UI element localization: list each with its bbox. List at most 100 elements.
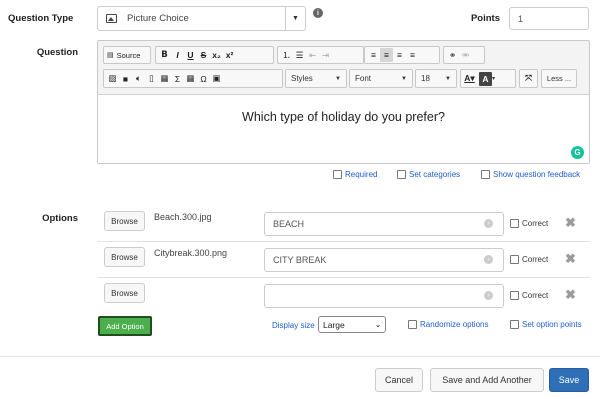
option-file-name: Citybreak.300.png [154,248,228,258]
question-type-label: Question Type [8,13,74,24]
special-char-icon[interactable]: Ω [197,72,210,86]
font-dropdown[interactable]: Font ▼ [349,69,413,88]
show-feedback-checkbox[interactable] [481,170,490,179]
align-toolbar-group: ≡ ≡ ≡ ≡ [364,46,440,64]
browse-button[interactable]: Browse [104,247,145,267]
correct-checkbox-row[interactable]: Correct [510,219,548,228]
table-icon[interactable]: ▦ [158,72,171,86]
cancel-button[interactable]: Cancel [375,368,423,392]
browse-button[interactable]: Browse [104,211,145,231]
superscript-icon[interactable]: x² [223,48,236,62]
underline-icon[interactable]: U [184,48,197,62]
display-size-select[interactable]: Large ⌄ [318,316,386,333]
randomize-row[interactable]: Randomize options [408,320,488,329]
picture-icon [106,14,117,23]
video-icon[interactable]: ■ [119,72,132,86]
clear-icon[interactable]: › [484,255,493,264]
source-icon: ▤ [107,52,114,59]
set-option-points-row[interactable]: Set option points [510,320,582,329]
grid-icon[interactable]: ▦ [184,72,197,86]
correct-checkbox-row[interactable]: Correct [510,255,548,264]
correct-checkbox[interactable] [510,219,519,228]
italic-icon[interactable]: I [171,48,184,62]
numbered-list-icon[interactable]: ⒈ [280,48,293,62]
delete-option-icon[interactable]: ✖ [565,215,576,231]
option-text-input[interactable]: CITY BREAK [264,248,504,272]
align-right-icon[interactable]: ≡ [393,48,406,62]
dropdown-caret-icon: ▼ [285,7,305,30]
insert-toolbar-group: ▨ ■ 🔈︎ ▯ ▦ Σ ▦ Ω ▣ [103,69,283,88]
browse-button[interactable]: Browse [104,283,145,303]
clear-icon[interactable]: › [484,219,493,228]
add-option-button[interactable]: Add Option [98,316,152,336]
subscript-icon[interactable]: x₂ [210,48,223,62]
save-button[interactable]: Save [549,368,589,392]
required-checkbox[interactable] [333,170,342,179]
chevron-down-icon: ⌄ [375,321,381,329]
question-text: Which type of holiday do you prefer? [242,110,445,124]
display-size-label: Display size [272,321,315,330]
option-text-input[interactable]: BEACH [264,212,504,236]
question-type-select[interactable]: Picture Choice ▼ [97,6,306,31]
question-type-value: Picture Choice [127,13,189,24]
options-label: Options [42,213,78,224]
correct-checkbox-row[interactable]: Correct [510,291,548,300]
points-input[interactable]: 1 [509,7,589,30]
list-toolbar-group: ⒈ ☰ ⇤ ⇥ [277,46,364,64]
footer-divider [0,356,600,357]
maximize-group: ⤧ [519,69,538,88]
unlink-icon[interactable]: ⚮ [459,48,472,62]
styles-dropdown[interactable]: Styles ▼ [285,69,347,88]
question-content-area[interactable]: Which type of holiday do you prefer? G [98,94,589,163]
correct-checkbox[interactable] [510,255,519,264]
grammarly-icon[interactable]: G [571,146,584,159]
link-icon[interactable]: ⚭ [446,48,459,62]
set-categories-checkbox[interactable] [397,170,406,179]
points-label: Points [470,13,500,24]
save-and-add-another-button[interactable]: Save and Add Another [430,368,544,392]
delete-option-icon[interactable]: ✖ [565,251,576,267]
align-left-icon[interactable]: ≡ [367,48,380,62]
delete-option-icon[interactable]: ✖ [565,287,576,303]
question-label: Question [36,47,78,58]
youtube-icon[interactable]: ▣ [210,72,223,86]
background-color-icon[interactable]: A [479,71,492,86]
maximize-icon[interactable]: ⤧ [522,72,535,86]
bullet-list-icon[interactable]: ☰ [293,48,306,62]
source-toolbar-group: ▤ Source [103,46,151,64]
link-toolbar-group: ⚭ ⚮ [443,46,485,64]
option-file-name: Beach.300.jpg [154,212,212,222]
required-checkbox-row[interactable]: Required [333,170,377,179]
option-text-input[interactable] [264,284,504,308]
file-icon[interactable]: ▯ [145,72,158,86]
color-toolbar-group: A▾ A ▾ [460,69,516,88]
show-feedback-label[interactable]: Show question feedback [493,170,580,179]
caret-icon: ▼ [335,75,341,82]
less-button[interactable]: Less ... [541,69,577,88]
set-option-points-checkbox[interactable] [510,320,519,329]
formula-icon[interactable]: Σ [171,72,184,86]
clear-icon[interactable]: › [484,291,493,300]
question-editor: ▤ Source B I U S x₂ x² ⒈ ☰ ⇤ ⇥ ≡ ≡ ≡ ≡ ⚭… [97,40,590,164]
randomize-checkbox[interactable] [408,320,417,329]
image-icon[interactable]: ▨ [106,72,119,86]
correct-checkbox[interactable] [510,291,519,300]
font-size-dropdown[interactable]: 18 ▼ [415,69,457,88]
show-feedback-row[interactable]: Show question feedback [481,170,580,179]
text-color-icon[interactable]: A▾ [463,72,476,86]
audio-icon[interactable]: 🔈︎ [132,72,145,86]
format-toolbar-group: B I U S x₂ x² [155,46,274,64]
outdent-icon[interactable]: ⇤ [306,48,319,62]
set-categories-label[interactable]: Set categories [409,170,460,179]
required-label[interactable]: Required [345,170,377,179]
indent-icon[interactable]: ⇥ [319,48,332,62]
info-icon[interactable]: i [313,8,323,18]
align-justify-icon[interactable]: ≡ [406,48,419,62]
bold-icon[interactable]: B [158,48,171,62]
caret-icon: ▼ [401,75,407,82]
source-button[interactable]: ▤ Source [106,48,141,62]
caret-icon: ▼ [445,75,451,82]
strikethrough-icon[interactable]: S [197,48,210,62]
align-center-icon[interactable]: ≡ [380,48,393,62]
set-categories-row[interactable]: Set categories [397,170,460,179]
